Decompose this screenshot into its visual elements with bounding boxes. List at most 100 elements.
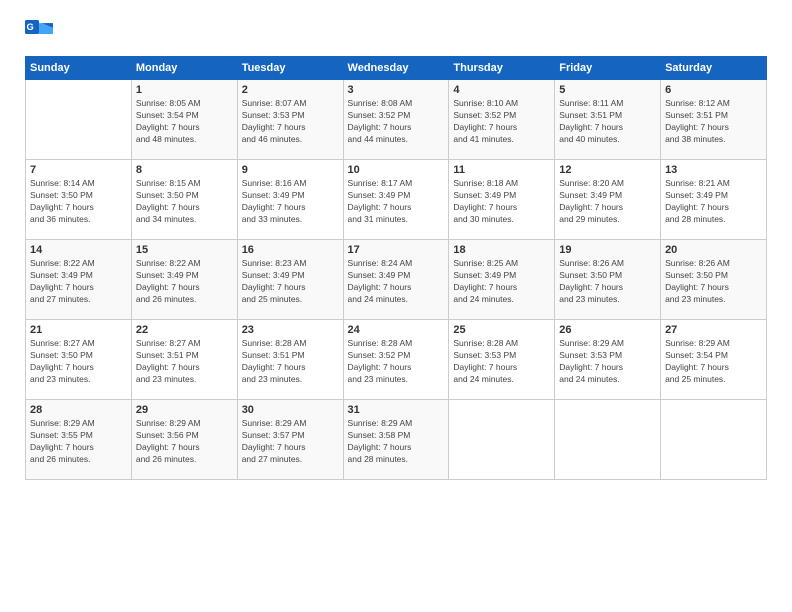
calendar-cell: 21 Sunrise: 8:27 AM Sunset: 3:50 PM Dayli… [26,320,132,400]
day-info: Sunrise: 8:15 AM Sunset: 3:50 PM Dayligh… [136,178,233,226]
week-row-3: 14 Sunrise: 8:22 AM Sunset: 3:49 PM Dayli… [26,240,767,320]
day-info: Sunrise: 8:22 AM Sunset: 3:49 PM Dayligh… [136,258,233,306]
day-info: Sunrise: 8:18 AM Sunset: 3:49 PM Dayligh… [453,178,550,226]
week-row-5: 28 Sunrise: 8:29 AM Sunset: 3:55 PM Dayli… [26,400,767,480]
day-number: 10 [348,164,445,176]
calendar-cell: 25 Sunrise: 8:28 AM Sunset: 3:53 PM Dayli… [449,320,555,400]
day-info: Sunrise: 8:29 AM Sunset: 3:57 PM Dayligh… [242,418,339,466]
header: G [25,20,767,48]
calendar-cell: 1Sunrise: 8:05 AM Sunset: 3:54 PM Daylig… [131,80,237,160]
day-info: Sunrise: 8:22 AM Sunset: 3:49 PM Dayligh… [30,258,127,306]
day-info: Sunrise: 8:08 AM Sunset: 3:52 PM Dayligh… [348,98,445,146]
week-row-1: 1Sunrise: 8:05 AM Sunset: 3:54 PM Daylig… [26,80,767,160]
day-number: 7 [30,164,127,176]
day-info: Sunrise: 8:28 AM Sunset: 3:51 PM Dayligh… [242,338,339,386]
column-header-wednesday: Wednesday [343,57,449,80]
calendar-cell: 13 Sunrise: 8:21 AM Sunset: 3:49 PM Dayli… [661,160,767,240]
week-row-2: 7 Sunrise: 8:14 AM Sunset: 3:50 PM Daylig… [26,160,767,240]
calendar-cell: 26 Sunrise: 8:29 AM Sunset: 3:53 PM Dayli… [555,320,661,400]
day-number: 9 [242,164,339,176]
day-info: Sunrise: 8:27 AM Sunset: 3:51 PM Dayligh… [136,338,233,386]
calendar-cell: 30Sunrise: 8:29 AM Sunset: 3:57 PM Dayli… [237,400,343,480]
calendar-cell: 19 Sunrise: 8:26 AM Sunset: 3:50 PM Dayli… [555,240,661,320]
day-info: Sunrise: 8:07 AM Sunset: 3:53 PM Dayligh… [242,98,339,146]
column-header-thursday: Thursday [449,57,555,80]
day-info: Sunrise: 8:23 AM Sunset: 3:49 PM Dayligh… [242,258,339,306]
day-number: 16 [242,244,339,256]
day-info: Sunrise: 8:28 AM Sunset: 3:53 PM Dayligh… [453,338,550,386]
day-info: Sunrise: 8:29 AM Sunset: 3:55 PM Dayligh… [30,418,127,466]
calendar-cell: 6Sunrise: 8:12 AM Sunset: 3:51 PM Daylig… [661,80,767,160]
calendar-cell: 12Sunrise: 8:20 AM Sunset: 3:49 PM Dayli… [555,160,661,240]
week-row-4: 21 Sunrise: 8:27 AM Sunset: 3:50 PM Dayli… [26,320,767,400]
calendar-cell: 7 Sunrise: 8:14 AM Sunset: 3:50 PM Daylig… [26,160,132,240]
day-info: Sunrise: 8:21 AM Sunset: 3:49 PM Dayligh… [665,178,762,226]
column-header-monday: Monday [131,57,237,80]
calendar-cell: 18Sunrise: 8:25 AM Sunset: 3:49 PM Dayli… [449,240,555,320]
column-header-tuesday: Tuesday [237,57,343,80]
day-number: 26 [559,324,656,336]
column-header-saturday: Saturday [661,57,767,80]
calendar-cell: 20Sunrise: 8:26 AM Sunset: 3:50 PM Dayli… [661,240,767,320]
day-number: 3 [348,84,445,96]
calendar-cell [555,400,661,480]
day-number: 2 [242,84,339,96]
calendar-table: SundayMondayTuesdayWednesdayThursdayFrid… [25,56,767,480]
calendar-cell: 10 Sunrise: 8:17 AM Sunset: 3:49 PM Dayli… [343,160,449,240]
day-info: Sunrise: 8:29 AM Sunset: 3:54 PM Dayligh… [665,338,762,386]
calendar-cell: 27 Sunrise: 8:29 AM Sunset: 3:54 PM Dayli… [661,320,767,400]
day-number: 23 [242,324,339,336]
calendar-cell: 16 Sunrise: 8:23 AM Sunset: 3:49 PM Dayli… [237,240,343,320]
day-info: Sunrise: 8:26 AM Sunset: 3:50 PM Dayligh… [559,258,656,306]
header-row: SundayMondayTuesdayWednesdayThursdayFrid… [26,57,767,80]
calendar-cell: 8 Sunrise: 8:15 AM Sunset: 3:50 PM Daylig… [131,160,237,240]
column-header-sunday: Sunday [26,57,132,80]
calendar-cell: 15 Sunrise: 8:22 AM Sunset: 3:49 PM Dayli… [131,240,237,320]
day-number: 17 [348,244,445,256]
day-number: 5 [559,84,656,96]
calendar-cell: 3 Sunrise: 8:08 AM Sunset: 3:52 PM Daylig… [343,80,449,160]
svg-text:G: G [27,22,34,32]
logo-icon: G [25,20,53,48]
calendar-cell [26,80,132,160]
day-info: Sunrise: 8:25 AM Sunset: 3:49 PM Dayligh… [453,258,550,306]
day-info: Sunrise: 8:17 AM Sunset: 3:49 PM Dayligh… [348,178,445,226]
day-number: 24 [348,324,445,336]
day-number: 15 [136,244,233,256]
day-number: 27 [665,324,762,336]
day-number: 29 [136,404,233,416]
calendar-cell [661,400,767,480]
day-info: Sunrise: 8:05 AM Sunset: 3:54 PM Dayligh… [136,98,233,146]
calendar-cell: 17Sunrise: 8:24 AM Sunset: 3:49 PM Dayli… [343,240,449,320]
calendar-cell: 14 Sunrise: 8:22 AM Sunset: 3:49 PM Dayli… [26,240,132,320]
day-number: 28 [30,404,127,416]
day-number: 21 [30,324,127,336]
calendar-cell: 28 Sunrise: 8:29 AM Sunset: 3:55 PM Dayli… [26,400,132,480]
day-number: 11 [453,164,550,176]
day-number: 14 [30,244,127,256]
day-info: Sunrise: 8:29 AM Sunset: 3:58 PM Dayligh… [348,418,445,466]
day-info: Sunrise: 8:27 AM Sunset: 3:50 PM Dayligh… [30,338,127,386]
day-number: 19 [559,244,656,256]
day-number: 8 [136,164,233,176]
day-info: Sunrise: 8:16 AM Sunset: 3:49 PM Dayligh… [242,178,339,226]
day-info: Sunrise: 8:26 AM Sunset: 3:50 PM Dayligh… [665,258,762,306]
day-number: 25 [453,324,550,336]
calendar-cell: 9 Sunrise: 8:16 AM Sunset: 3:49 PM Daylig… [237,160,343,240]
day-number: 4 [453,84,550,96]
column-header-friday: Friday [555,57,661,80]
day-number: 6 [665,84,762,96]
calendar-cell [449,400,555,480]
calendar-cell: 11 Sunrise: 8:18 AM Sunset: 3:49 PM Dayli… [449,160,555,240]
day-info: Sunrise: 8:11 AM Sunset: 3:51 PM Dayligh… [559,98,656,146]
day-number: 13 [665,164,762,176]
calendar-cell: 24 Sunrise: 8:28 AM Sunset: 3:52 PM Dayli… [343,320,449,400]
day-info: Sunrise: 8:14 AM Sunset: 3:50 PM Dayligh… [30,178,127,226]
calendar-cell: 22 Sunrise: 8:27 AM Sunset: 3:51 PM Dayli… [131,320,237,400]
day-info: Sunrise: 8:28 AM Sunset: 3:52 PM Dayligh… [348,338,445,386]
calendar-cell: 2 Sunrise: 8:07 AM Sunset: 3:53 PM Daylig… [237,80,343,160]
day-info: Sunrise: 8:29 AM Sunset: 3:53 PM Dayligh… [559,338,656,386]
calendar-cell: 31Sunrise: 8:29 AM Sunset: 3:58 PM Dayli… [343,400,449,480]
logo: G [25,20,57,48]
day-number: 22 [136,324,233,336]
